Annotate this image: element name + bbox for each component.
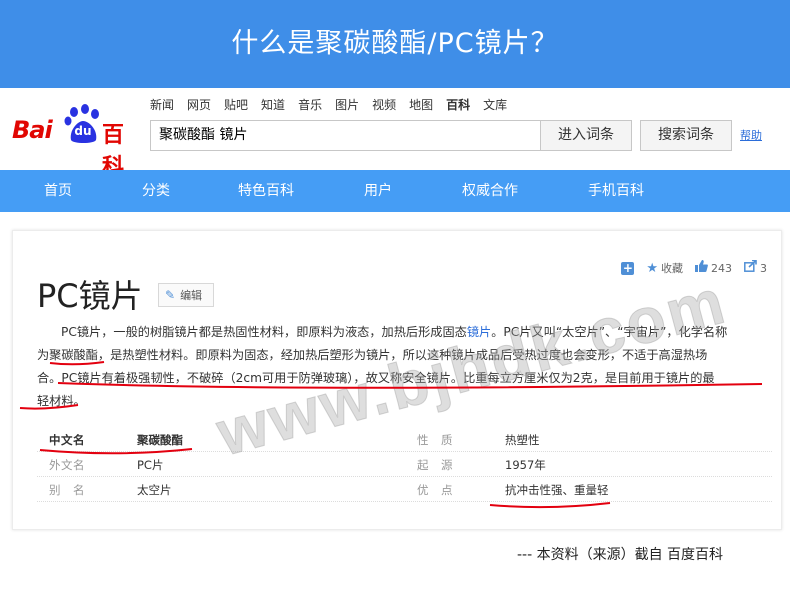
topnav-tieba[interactable]: 贴吧 <box>224 96 248 113</box>
search-entry-button[interactable]: 搜索词条 <box>640 120 732 151</box>
share-count: 3 <box>760 261 767 275</box>
topnav-web[interactable]: 网页 <box>187 96 211 113</box>
logo-text-du: du <box>74 124 92 138</box>
topnav-news[interactable]: 新闻 <box>150 96 174 113</box>
source-note: --- 本资料（来源）截自 百度百科 <box>517 547 724 563</box>
logo-text-bai: Bai <box>12 116 53 144</box>
topnav-wenku[interactable]: 文库 <box>483 96 507 113</box>
topnav-images[interactable]: 图片 <box>335 96 359 113</box>
baidu-baike-logo[interactable]: Bai du 百科 <box>12 104 142 180</box>
info-row: 外文名 PC片 起 源 1957年 <box>37 452 772 477</box>
info-key: 别 名 <box>49 483 85 497</box>
help-link[interactable]: 帮助 <box>740 127 762 143</box>
info-value: 1957年 <box>505 458 546 472</box>
info-value: PC片 <box>137 458 164 472</box>
share-icon <box>744 259 757 276</box>
search-input[interactable]: 聚碳酸酯 镜片 <box>150 120 540 151</box>
top-product-nav: 新闻 网页 贴吧 知道 音乐 图片 视频 地图 百科 文库 <box>150 96 520 113</box>
info-key: 性 质 <box>417 433 453 447</box>
edit-label: 编辑 <box>180 289 203 302</box>
nav-mobile[interactable]: 手机百科 <box>572 170 660 212</box>
info-key: 外文名 <box>49 458 85 472</box>
basic-info-table: 中文名 聚碳酸酯 性 质 热塑性 外文名 PC片 起 源 1957年 别 名 太… <box>37 427 772 502</box>
screenshot-stage: 什么是聚碳酸酯/PC镜片？ Bai du 百科 新闻 网页 贴吧 知道 音乐 图… <box>0 0 790 611</box>
nav-category[interactable]: 分类 <box>120 170 192 212</box>
topnav-baike[interactable]: 百科 <box>446 96 470 113</box>
nav-users[interactable]: 用户 <box>342 170 414 212</box>
entry-title: PC镜片 <box>37 277 143 315</box>
edit-button[interactable]: ✎ 编辑 <box>158 283 214 307</box>
info-row: 中文名 聚碳酸酯 性 质 热塑性 <box>37 427 772 452</box>
pencil-icon: ✎ <box>165 288 176 302</box>
topnav-video[interactable]: 视频 <box>372 96 396 113</box>
share-button[interactable]: 3 <box>744 259 767 276</box>
topnav-zhidao[interactable]: 知道 <box>261 96 285 113</box>
info-key: 中文名 <box>49 433 85 447</box>
main-navbar: 首页 分类 特色百科 用户 权威合作 手机百科 <box>0 170 790 212</box>
topnav-map[interactable]: 地图 <box>409 96 433 113</box>
nav-authority[interactable]: 权威合作 <box>446 170 534 212</box>
info-value: 热塑性 <box>505 433 540 447</box>
topnav-music[interactable]: 音乐 <box>298 96 322 113</box>
page-banner-title: 什么是聚碳酸酯/PC镜片？ <box>0 0 790 88</box>
summary-text: PC镜片，一般的树脂镜片都是热固性材料，即原料为液态，加热后形成固态 <box>61 325 467 339</box>
info-value: 太空片 <box>137 483 172 497</box>
info-value: 抗冲击性强、重量轻 <box>505 483 609 497</box>
enter-entry-button[interactable]: 进入词条 <box>540 120 632 151</box>
info-key: 起 源 <box>417 458 453 472</box>
info-value: 聚碳酸酯 <box>137 433 183 447</box>
nav-home[interactable]: 首页 <box>22 170 94 212</box>
star-icon: ★ <box>646 260 658 276</box>
info-key: 优 点 <box>417 483 453 497</box>
add-button[interactable]: + <box>621 261 635 275</box>
info-row: 别 名 太空片 优 点 抗冲击性强、重量轻 <box>37 477 772 502</box>
nav-featured[interactable]: 特色百科 <box>222 170 310 212</box>
